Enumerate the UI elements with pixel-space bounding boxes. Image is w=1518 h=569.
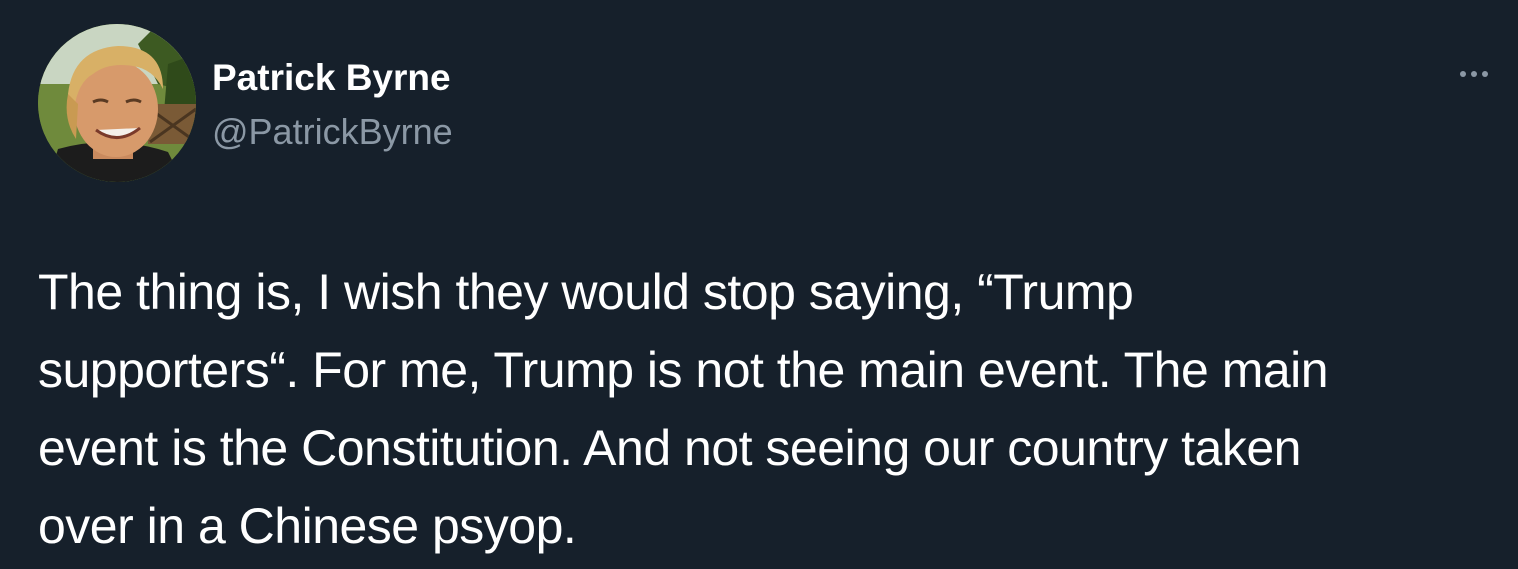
tweet-card: Patrick Byrne @PatrickByrne The thing is… — [0, 0, 1518, 569]
more-options-button[interactable] — [1452, 56, 1496, 92]
more-horizontal-icon — [1460, 71, 1488, 77]
tweet-text: The thing is, I wish they would stop say… — [38, 253, 1478, 565]
avatar-photo — [38, 24, 196, 182]
tweet-text-line: event is the Constitution. And not seein… — [38, 420, 1301, 476]
tweet-text-line: The thing is, I wish they would stop say… — [38, 264, 1134, 320]
tweet-text-line: supporters“. For me, Trump is not the ma… — [38, 342, 1329, 398]
author-handle[interactable]: @PatrickByrne — [212, 110, 453, 154]
avatar[interactable] — [38, 24, 196, 182]
tweet-text-line: over in a Chinese psyop. — [38, 498, 577, 554]
author-display-name[interactable]: Patrick Byrne — [212, 56, 451, 100]
